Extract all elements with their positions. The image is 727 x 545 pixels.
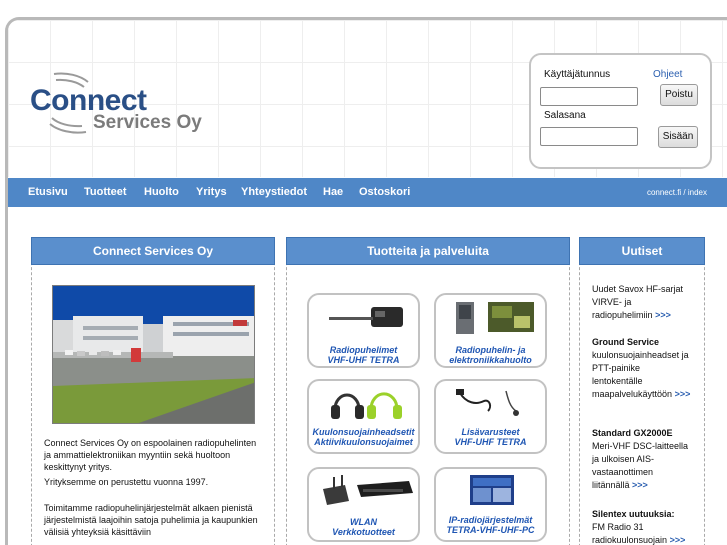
founded-text: Yrityksemme on perustettu vuonna 1997. <box>44 477 209 487</box>
nav-item-huolto[interactable]: Huolto <box>144 186 179 198</box>
intro-paragraph: Connect Services Oy on espoolainen radio… <box>44 438 257 472</box>
tile-kuulonsuojaimet-line1: Kuulonsuojainheadsetit <box>312 427 415 437</box>
two-way-radio-icon <box>329 307 403 327</box>
tile-lisavarusteet-line2: VHF-UHF TETRA <box>454 437 527 447</box>
username-label: Käyttäjätunnus <box>544 69 611 80</box>
tile-wlan[interactable]: WLAN Verkkotuotteet <box>307 467 420 542</box>
headset-icon <box>331 392 402 419</box>
main-nav: Etusivu Tuotteet Huolto Yritys Yhteystie… <box>8 178 727 207</box>
help-link[interactable]: Ohjeet <box>653 69 682 80</box>
tile-lisavarusteet[interactable]: Lisävarusteet VHF-UHF TETRA <box>434 379 547 454</box>
nav-item-yhteystiedot[interactable]: Yhteystiedot <box>241 186 307 198</box>
tile-huolto-line1: Radiopuhelin- ja <box>455 345 526 355</box>
tile-huolto[interactable]: Radiopuhelin- ja elektroniikkahuolto <box>434 293 547 368</box>
tile-huolto-line2: elektroniikkahuolto <box>449 355 532 365</box>
nav-item-tuotteet[interactable]: Tuotteet <box>84 186 127 198</box>
tile-radiopuhelimet-line2: VHF-UHF TETRA <box>327 355 400 365</box>
tile-radiopuhelimet[interactable]: Radiopuhelimet VHF-UHF TETRA <box>307 293 420 368</box>
news-more-link[interactable]: >>> <box>670 535 686 545</box>
username-field[interactable] <box>540 87 638 106</box>
nav-item-hae[interactable]: Hae <box>323 186 343 198</box>
left-column: Connect Services Oy Connect Services Oy … <box>31 237 275 545</box>
password-label: Salasana <box>544 110 586 121</box>
dispatch-software-icon <box>470 475 514 505</box>
nav-item-etusivu[interactable]: Etusivu <box>28 186 68 198</box>
accessories-icon <box>456 389 519 416</box>
news-item: Silentex uutuuksia: FM Radio 31 radiokuu… <box>592 508 692 545</box>
nav-item-yritys[interactable]: Yritys <box>196 186 227 198</box>
login-box: Käyttäjätunnus Ohjeet Poistu Salasana Si… <box>529 53 712 169</box>
header: Connect Services Oy Käyttäjätunnus Ohjee… <box>8 20 727 177</box>
middle-column-title: Tuotteita ja palveluita <box>286 237 570 265</box>
tile-ip-radio[interactable]: IP-radiojärjestelmät TETRA-VHF-UHF-PC <box>434 467 547 542</box>
news-item: Uudet Savox HF-sarjat VIRVE- ja radiopuh… <box>592 283 692 322</box>
systems-paragraph: Toimitamme radiopuhelinjärjestelmät alka… <box>44 503 258 537</box>
tile-radiopuhelimet-line1: Radiopuhelimet <box>329 345 398 355</box>
logout-button[interactable]: Poistu <box>660 84 698 106</box>
tile-lisavarusteet-line1: Lisävarusteet <box>461 427 520 437</box>
login-button[interactable]: Sisään <box>658 126 698 148</box>
news-more-link[interactable]: >>> <box>675 389 691 399</box>
password-field[interactable] <box>540 127 638 146</box>
company-logo[interactable]: Connect Services Oy <box>26 68 226 138</box>
page-frame: Connect Services Oy Käyttäjätunnus Ohjee… <box>5 17 727 545</box>
network-equipment-icon <box>323 475 413 505</box>
tile-wlan-line2: Verkkotuotteet <box>332 527 395 537</box>
news-title: Uutiset <box>579 237 705 265</box>
news-item: Standard GX2000E Meri-VHF DSC-laitteella… <box>592 427 692 492</box>
middle-column: Tuotteita ja palveluita Radiopuhelimet V… <box>286 237 570 545</box>
logo-sub-text: Services Oy <box>93 112 202 133</box>
news-heading: Silentex uutuuksia: <box>592 509 675 519</box>
news-heading: Standard GX2000E <box>592 428 673 438</box>
right-column: Uutiset Uudet Savox HF-sarjat VIRVE- ja … <box>579 237 705 545</box>
news-heading: Ground Service <box>592 337 660 347</box>
company-building-photo <box>52 285 255 424</box>
nav-item-ostoskori[interactable]: Ostoskori <box>359 186 410 198</box>
tile-wlan-line1: WLAN <box>350 517 377 527</box>
news-item: Ground Service kuulonsuojainheadset ja P… <box>592 336 692 401</box>
news-more-link[interactable]: >>> <box>655 310 671 320</box>
tile-ip-radio-line1: IP-radiojärjestelmät <box>448 515 533 525</box>
tile-ip-radio-line2: TETRA-VHF-UHF-PC <box>446 525 535 535</box>
left-column-title: Connect Services Oy <box>31 237 275 265</box>
tile-kuulonsuojaimet-line2: Aktiivikuulonsuojaimet <box>314 437 413 447</box>
news-more-link[interactable]: >>> <box>632 480 648 490</box>
news-text: FM Radio 31 radiokuulonsuojain <box>592 522 668 545</box>
electronics-repair-icon <box>456 302 534 334</box>
tile-kuulonsuojaimet[interactable]: Kuulonsuojainheadsetit Aktiivikuulonsuoj… <box>307 379 420 454</box>
breadcrumb[interactable]: connect.fi / index <box>647 188 707 197</box>
